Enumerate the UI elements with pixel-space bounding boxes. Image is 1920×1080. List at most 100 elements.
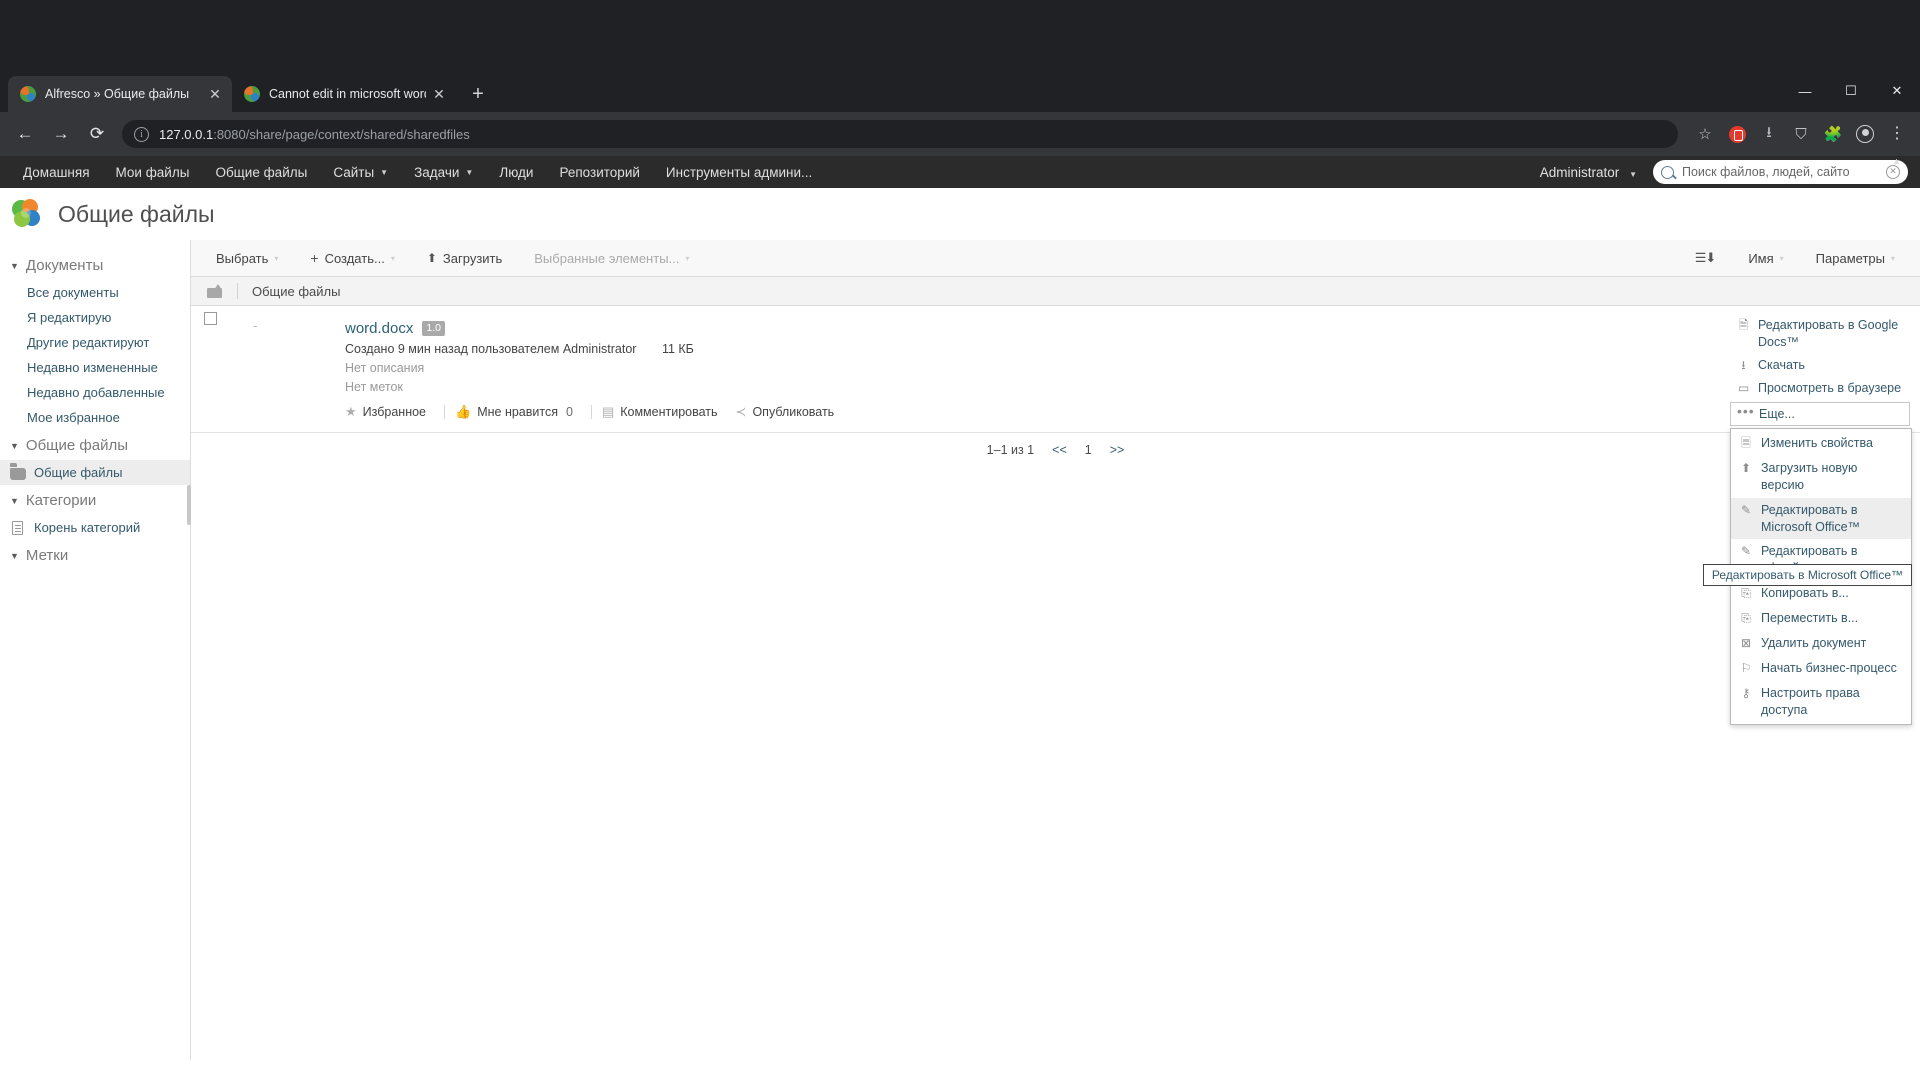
- action-download[interactable]: ⭳ Скачать: [1730, 354, 1910, 377]
- menu-item-upload-new-version[interactable]: ⬆ Загрузить новую версию: [1731, 456, 1911, 498]
- nav-item-repository[interactable]: Репозиторий: [546, 156, 652, 188]
- sidebar-resize-handle[interactable]: [187, 485, 191, 525]
- favorite-action[interactable]: ★ Избранное: [345, 404, 426, 420]
- page-title: Общие файлы: [58, 200, 215, 227]
- sidebar-group-documents[interactable]: ▼ Документы: [0, 250, 190, 280]
- nav-item-shared-files[interactable]: Общие файлы: [202, 156, 320, 188]
- menu-item-label: Удалить документ: [1761, 635, 1867, 650]
- new-tab-button[interactable]: +: [464, 80, 492, 108]
- delete-icon: ⊠: [1740, 635, 1752, 650]
- folder-up-icon[interactable]: [207, 284, 223, 298]
- options-button[interactable]: Параметры ▾: [1805, 247, 1906, 270]
- close-window-icon[interactable]: ✕: [1874, 70, 1920, 112]
- close-icon[interactable]: ✕: [432, 87, 446, 101]
- browser-tab-0[interactable]: Alfresco » Общие файлы ✕: [8, 76, 232, 112]
- alfresco-app: Домашняя Мои файлы Общие файлы Сайты ▼ За…: [0, 156, 1920, 1080]
- clear-search-icon[interactable]: ✕: [1886, 165, 1900, 179]
- menu-item-move-to[interactable]: ⎘ Переместить в...: [1731, 606, 1911, 631]
- menu-kebab-icon[interactable]: ⋮: [1884, 121, 1910, 147]
- puzzle-icon[interactable]: 🧩: [1820, 121, 1846, 147]
- row-checkbox[interactable]: [204, 312, 217, 325]
- sidebar-item-label: Все документы: [27, 285, 119, 300]
- profile-icon[interactable]: [1852, 121, 1878, 147]
- like-action[interactable]: 👍 Мне нравится 0: [455, 404, 573, 420]
- menu-item-edit-properties[interactable]: 🗏 Изменить свойства: [1731, 431, 1911, 456]
- document-name-link[interactable]: word.docx: [345, 320, 413, 337]
- selected-items-button[interactable]: Выбранные элементы... ▾: [523, 247, 700, 270]
- like-label: Мне нравится: [477, 405, 558, 419]
- browser-tab-1[interactable]: Cannot edit in microsoft word so ✕: [232, 76, 456, 112]
- chevron-down-icon: ▾: [1779, 253, 1784, 263]
- menu-item-edit-in-microsoft-office[interactable]: ✎ Редактировать в Microsoft Office™: [1731, 497, 1911, 540]
- alfresco-favicon: [20, 86, 36, 102]
- share-action[interactable]: ≺ Опубликовать: [736, 404, 835, 420]
- menu-item-start-workflow[interactable]: ⚐ Начать бизнес-процесс: [1731, 656, 1911, 681]
- maximize-icon[interactable]: ☐: [1828, 70, 1874, 112]
- create-button[interactable]: + Создать... ▾: [299, 246, 405, 270]
- action-more[interactable]: ••• Еще...: [1730, 401, 1910, 427]
- forward-icon[interactable]: →: [46, 119, 76, 149]
- breadcrumb-label[interactable]: Общие файлы: [252, 284, 340, 299]
- upload-button[interactable]: ⬆ Загрузить: [416, 247, 513, 270]
- sidebar-item-my-favorites[interactable]: Мое избранное: [0, 405, 190, 430]
- sidebar-group-shared-files[interactable]: ▼ Общие файлы: [0, 430, 190, 460]
- search-input[interactable]: [1682, 165, 1886, 179]
- download-icon[interactable]: ⭳: [1756, 121, 1782, 147]
- sidebar-item-recently-modified[interactable]: Недавно измененные: [0, 355, 190, 380]
- sort-descending-icon[interactable]: ☰⬇: [1695, 250, 1717, 266]
- action-label: Еще...: [1759, 406, 1795, 421]
- comment-action[interactable]: ▤ Комментировать: [602, 404, 718, 420]
- extension-red-icon[interactable]: [1724, 121, 1750, 147]
- navbar-right: Administrator ▼ ✕ ▲: [1540, 156, 1908, 188]
- sidebar-group-tags[interactable]: ▼ Метки: [0, 540, 190, 570]
- nav-item-sites[interactable]: Сайты ▼: [320, 156, 401, 188]
- action-label: Просмотреть в браузере: [1758, 380, 1902, 395]
- scrollbar-up-arrow[interactable]: ▲: [1892, 156, 1906, 166]
- move-icon: ⎘: [1741, 611, 1751, 625]
- minimize-icon[interactable]: —: [1782, 70, 1828, 112]
- pagination-next[interactable]: >>: [1110, 443, 1125, 457]
- nav-item-my-files[interactable]: Мои файлы: [103, 156, 203, 188]
- menu-item-manage-permissions[interactable]: ⚷ Настроить права доступа: [1731, 681, 1911, 723]
- nav-item-admin-tools[interactable]: Инструменты админи...: [653, 156, 825, 188]
- sort-field-button[interactable]: Имя ▾: [1737, 247, 1794, 270]
- reload-icon[interactable]: ⟳: [82, 119, 112, 149]
- sidebar-group-categories[interactable]: ▼ Категории: [0, 485, 190, 515]
- nav-item-tasks[interactable]: Задачи ▼: [401, 156, 486, 188]
- search-box[interactable]: ✕: [1653, 160, 1908, 184]
- sidebar-item-im-editing[interactable]: Я редактирую: [0, 305, 190, 330]
- breadcrumb: Общие файлы: [191, 277, 1920, 306]
- action-edit-in-google-docs[interactable]: 🗎 Редактировать в Google Docs™: [1730, 314, 1910, 354]
- table-row: - word.docx 1.0 Создано 9 мин назад поль…: [191, 306, 1920, 726]
- menu-item-label: Настроить права доступа: [1761, 685, 1860, 717]
- action-view-in-browser[interactable]: ▭ Просмотреть в браузере: [1730, 377, 1910, 400]
- edit-doc-icon: 🗎: [1738, 318, 1749, 332]
- select-button[interactable]: Выбрать ▾: [205, 247, 289, 270]
- nav-item-people[interactable]: Люди: [486, 156, 546, 188]
- site-info-icon[interactable]: i: [134, 126, 149, 142]
- back-icon[interactable]: ←: [10, 119, 40, 149]
- content-area: Выбрать ▾ + Создать... ▾ ⬆ Загрузить Выб…: [190, 240, 1920, 1060]
- pagination-current-page[interactable]: 1: [1085, 443, 1092, 457]
- sidebar-item-others-editing[interactable]: Другие редактируют: [0, 330, 190, 355]
- alfresco-favicon: [244, 86, 260, 102]
- nav-item-home[interactable]: Домашняя: [10, 156, 103, 188]
- menu-item-delete-document[interactable]: ⊠ Удалить документ: [1731, 631, 1911, 656]
- toolbar-right-group: ☰⬇ Имя ▾ Параметры ▾: [1695, 247, 1906, 270]
- sidebar-item-all-documents[interactable]: Все документы: [0, 280, 190, 305]
- sidebar-item-label: Недавно добавленные: [27, 385, 165, 400]
- sidebar-item-recently-added[interactable]: Недавно добавленные: [0, 380, 190, 405]
- close-icon[interactable]: ✕: [208, 87, 222, 101]
- divider: [590, 405, 592, 419]
- sidebar-item-shared-files[interactable]: Общие файлы: [0, 460, 190, 485]
- user-menu[interactable]: Administrator ▼: [1540, 165, 1637, 180]
- address-bar[interactable]: i 127.0.0.1:8080/share/page/context/shar…: [122, 120, 1678, 148]
- copy-icon: ⎘: [1741, 586, 1751, 601]
- shield-icon[interactable]: ⛉: [1788, 121, 1814, 147]
- workflow-icon: ⚐: [1740, 660, 1752, 675]
- pagination-prev[interactable]: <<: [1052, 443, 1067, 457]
- star-icon[interactable]: ☆: [1692, 121, 1718, 147]
- sidebar-item-category-root[interactable]: Корень категорий: [0, 515, 190, 540]
- nav-label: Мои файлы: [115, 164, 190, 180]
- alfresco-logo: [10, 197, 44, 231]
